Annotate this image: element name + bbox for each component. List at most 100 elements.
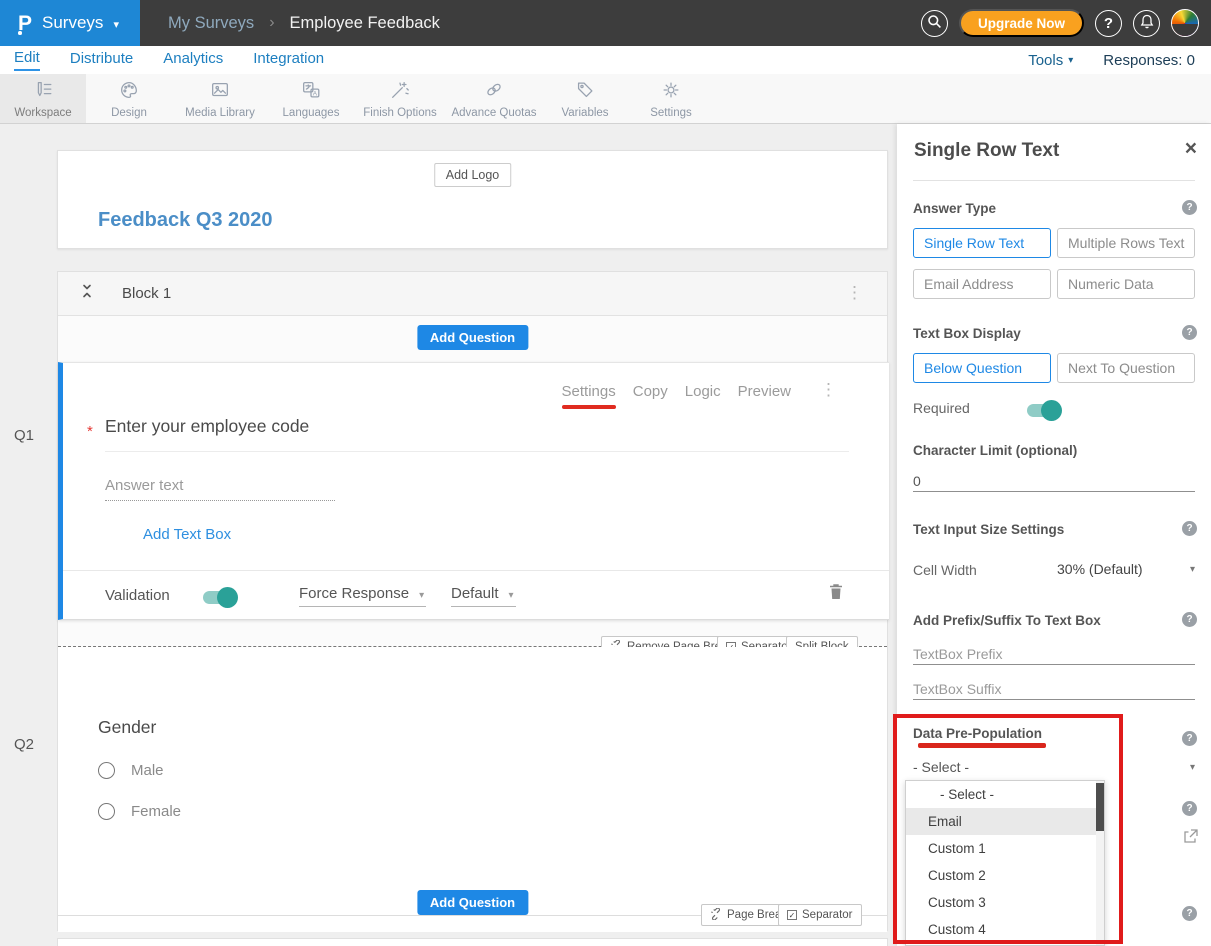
close-icon[interactable]: × xyxy=(1185,138,1197,159)
tab-question-copy[interactable]: Copy xyxy=(633,383,668,409)
dropdown-option-select[interactable]: - Select - xyxy=(906,781,1098,808)
default-value: Default xyxy=(451,585,499,602)
notifications-button[interactable] xyxy=(1133,10,1160,37)
data-prepopulation-label: Data Pre-Population xyxy=(913,726,1042,741)
dropdown-option-custom1[interactable]: Custom 1 xyxy=(906,835,1098,862)
external-link-icon[interactable] xyxy=(1183,829,1198,849)
toolbar-item-finish-options[interactable]: Finish Options xyxy=(354,74,446,123)
toolbar-item-label: Settings xyxy=(650,107,692,119)
textbox-prefix-input[interactable] xyxy=(913,643,1195,665)
display-next-to-question[interactable]: Next To Question xyxy=(1057,353,1195,383)
chevron-down-icon[interactable]: ▾ xyxy=(1190,762,1195,773)
answer-option-female: Female xyxy=(98,803,181,820)
radio-female-label: Female xyxy=(131,803,181,820)
workspace-icon xyxy=(31,79,55,104)
tab-edit[interactable]: Edit xyxy=(14,49,40,71)
toolbar-item-workspace[interactable]: Workspace xyxy=(0,74,86,123)
question-text-q2[interactable]: Gender xyxy=(98,717,156,738)
search-icon xyxy=(927,14,942,32)
separator-button-bottom[interactable]: ✓ Separator xyxy=(778,904,862,926)
chain-links-icon xyxy=(482,79,506,104)
survey-title[interactable]: Feedback Q3 2020 xyxy=(98,209,273,232)
upgrade-now-button[interactable]: Upgrade Now xyxy=(959,9,1084,37)
dropdown-option-custom2[interactable]: Custom 2 xyxy=(906,862,1098,889)
answer-text-input[interactable] xyxy=(105,475,335,501)
default-select[interactable]: Default ▾ xyxy=(451,585,516,607)
help-icon[interactable]: ? xyxy=(1182,521,1197,536)
add-text-box-link[interactable]: Add Text Box xyxy=(143,526,231,543)
tab-question-logic[interactable]: Logic xyxy=(685,383,721,409)
question-text-q1[interactable]: Enter your employee code xyxy=(105,416,309,437)
dropdown-option-email[interactable]: Email xyxy=(906,808,1098,835)
toolbar-item-media-library[interactable]: Media Library xyxy=(172,74,268,123)
radio-male[interactable] xyxy=(98,762,115,779)
toolbar-item-label: Design xyxy=(111,107,147,119)
help-icon[interactable]: ? xyxy=(1182,200,1197,215)
tab-question-preview[interactable]: Preview xyxy=(738,383,791,409)
editor-main: Q1 Q2 Add Logo Feedback Q3 2020 Block 1 … xyxy=(0,124,1211,946)
required-toggle[interactable] xyxy=(1027,404,1060,417)
delete-question-button[interactable] xyxy=(829,583,843,603)
dropdown-scrollbar-thumb[interactable] xyxy=(1096,783,1104,831)
add-question-row: Add Question xyxy=(58,316,887,362)
collapse-icon[interactable] xyxy=(80,283,94,304)
add-logo-button[interactable]: Add Logo xyxy=(434,163,512,187)
help-icon[interactable]: ? xyxy=(1182,801,1197,816)
tools-menu[interactable]: Tools ▾ xyxy=(1028,52,1073,69)
display-below-question[interactable]: Below Question xyxy=(913,353,1051,383)
chevron-down-icon[interactable]: ▾ xyxy=(1190,564,1195,575)
responses-count[interactable]: Responses: 0 xyxy=(1103,52,1195,69)
radio-male-label: Male xyxy=(131,762,164,779)
svg-text:A: A xyxy=(313,90,318,97)
product-menu[interactable]: P Surveys ▾ xyxy=(0,0,140,46)
answer-type-label: Answer Type xyxy=(913,201,996,216)
help-icon[interactable]: ? xyxy=(1182,731,1197,746)
survey-nav: Edit Distribute Analytics Integration To… xyxy=(0,46,1211,74)
help-icon[interactable]: ? xyxy=(1182,325,1197,340)
edit-toolbar: Workspace Design Media Library A Languag… xyxy=(0,74,1211,124)
breadcrumb-my-surveys[interactable]: My Surveys xyxy=(168,14,254,33)
help-icon[interactable]: ? xyxy=(1182,612,1197,627)
toolbar-item-design[interactable]: Design xyxy=(86,74,172,123)
panel-divider xyxy=(913,180,1195,181)
cell-width-value[interactable]: 30% (Default) xyxy=(1057,561,1143,577)
force-response-select[interactable]: Force Response ▾ xyxy=(299,585,426,607)
toolbar-item-variables[interactable]: Variables xyxy=(542,74,628,123)
dropdown-option-custom3[interactable]: Custom 3 xyxy=(906,889,1098,916)
top-bar: P Surveys ▾ My Surveys › Employee Feedba… xyxy=(0,0,1211,46)
toolbar-item-languages[interactable]: A Languages xyxy=(268,74,354,123)
block-title[interactable]: Block 1 xyxy=(122,285,171,302)
character-limit-input[interactable] xyxy=(913,470,1195,492)
answer-type-numeric[interactable]: Numeric Data xyxy=(1057,269,1195,299)
tab-question-settings[interactable]: Settings xyxy=(562,383,616,409)
answer-type-single-row[interactable]: Single Row Text xyxy=(913,228,1051,258)
user-avatar[interactable] xyxy=(1171,9,1199,37)
data-prepopulation-select[interactable]: - Select - xyxy=(913,759,1195,775)
block-menu-dots-icon[interactable]: ⋮ xyxy=(846,284,863,301)
toolbar-item-advance-quotas[interactable]: Advance Quotas xyxy=(446,74,542,123)
dropdown-scrollbar[interactable] xyxy=(1096,781,1104,945)
broken-link-icon xyxy=(710,908,722,923)
dropdown-option-custom4[interactable]: Custom 4 xyxy=(906,916,1098,943)
add-question-button-top[interactable]: Add Question xyxy=(417,325,528,350)
help-icon[interactable]: ? xyxy=(1182,906,1197,921)
tab-integration[interactable]: Integration xyxy=(253,50,324,70)
search-button[interactable] xyxy=(921,10,948,37)
help-button[interactable]: ? xyxy=(1095,10,1122,37)
toolbar-item-settings[interactable]: Settings xyxy=(628,74,714,123)
breadcrumb: My Surveys › Employee Feedback xyxy=(168,14,440,33)
top-actions: Upgrade Now ? xyxy=(921,9,1211,37)
answer-type-multiple-rows[interactable]: Multiple Rows Text xyxy=(1057,228,1195,258)
question-menu-dots-icon[interactable]: ⋮ xyxy=(820,381,837,398)
tab-analytics[interactable]: Analytics xyxy=(163,50,223,70)
radio-female[interactable] xyxy=(98,803,115,820)
tab-distribute[interactable]: Distribute xyxy=(70,50,133,70)
toolbar-item-label: Advance Quotas xyxy=(451,107,536,119)
toolbar-item-label: Media Library xyxy=(185,107,255,119)
answer-type-email[interactable]: Email Address xyxy=(913,269,1051,299)
chevron-down-icon: ▾ xyxy=(509,590,514,601)
add-question-button-bottom[interactable]: Add Question xyxy=(417,890,528,915)
validation-toggle[interactable] xyxy=(203,591,236,604)
footer-divider xyxy=(63,570,889,571)
textbox-suffix-input[interactable] xyxy=(913,678,1195,700)
